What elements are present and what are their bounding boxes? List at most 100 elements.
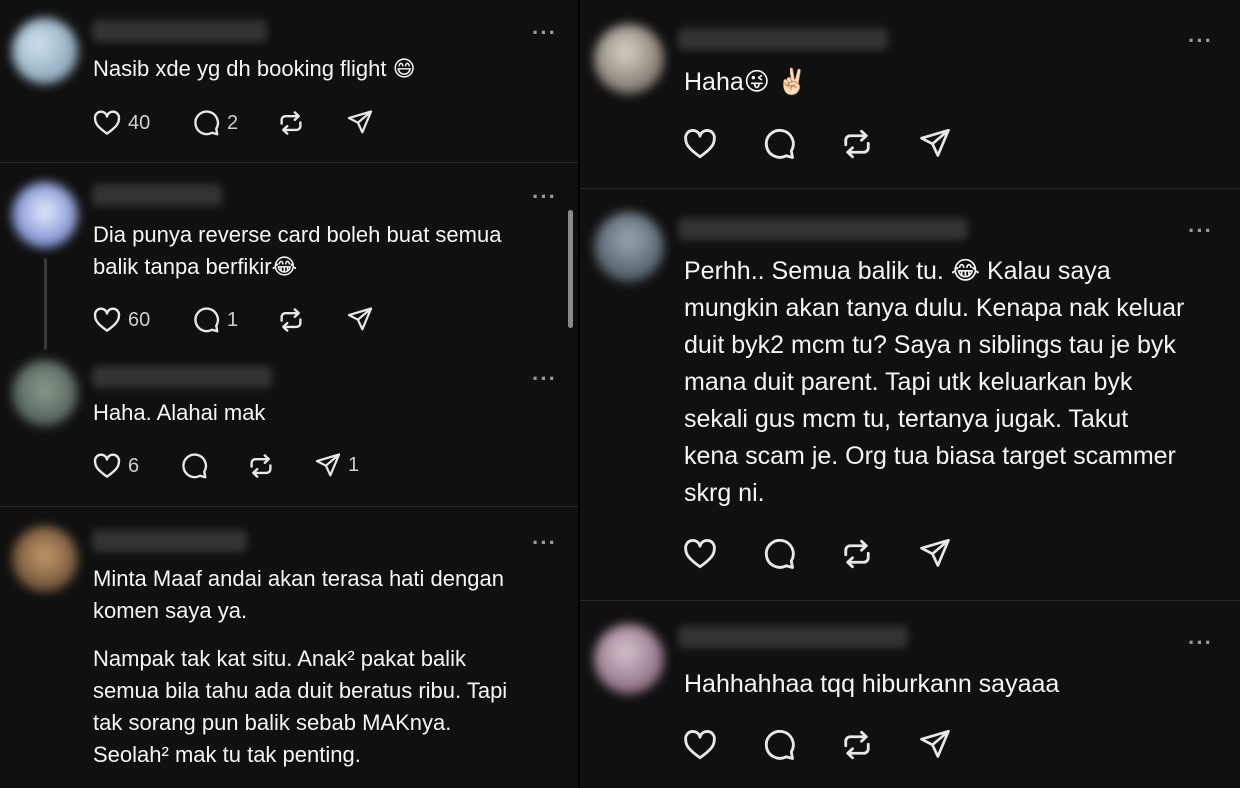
comment-icon bbox=[761, 126, 797, 162]
username[interactable] bbox=[92, 20, 267, 42]
share-icon bbox=[918, 126, 952, 160]
repost-icon bbox=[276, 305, 306, 335]
share-icon bbox=[346, 305, 374, 333]
repost-icon bbox=[839, 536, 875, 572]
username[interactable] bbox=[92, 184, 222, 206]
share-icon bbox=[314, 451, 342, 479]
thread-post: ··· Minta Maaf andai akan terasa hati de… bbox=[0, 506, 578, 788]
heart-icon bbox=[92, 108, 122, 138]
action-bar bbox=[682, 536, 982, 572]
post-text: Minta Maaf andai akan terasa hati dengan… bbox=[93, 566, 504, 623]
repost-button[interactable] bbox=[276, 305, 306, 335]
more-icon[interactable]: ··· bbox=[532, 368, 557, 390]
comment-icon bbox=[191, 305, 221, 335]
thread-reply: ··· Haha. Alahai mak 6 1 bbox=[0, 352, 578, 506]
like-button[interactable] bbox=[682, 727, 718, 763]
more-icon[interactable]: ··· bbox=[1188, 632, 1213, 654]
action-bar: 60 1 bbox=[92, 305, 392, 335]
thread-post: ··· Dia punya reverse card boleh buat se… bbox=[0, 162, 578, 352]
username[interactable] bbox=[678, 28, 888, 50]
comment-icon bbox=[191, 108, 221, 138]
username[interactable] bbox=[678, 218, 968, 240]
post-text: Hahhahhaa tqq hiburkann sayaaa bbox=[684, 670, 1060, 698]
comment-button[interactable] bbox=[761, 126, 797, 162]
more-icon[interactable]: ··· bbox=[1188, 220, 1213, 242]
share-icon bbox=[918, 536, 952, 570]
heart-icon bbox=[682, 126, 718, 162]
avatar[interactable] bbox=[594, 624, 664, 694]
more-icon[interactable]: ··· bbox=[1188, 30, 1213, 52]
scrollbar[interactable] bbox=[568, 210, 573, 328]
repost-button[interactable] bbox=[276, 108, 306, 138]
thread-post: ··· Hahhahhaa tqq hiburkann sayaaa bbox=[580, 600, 1240, 788]
thread-post: ··· Haha😜 ✌🏻 bbox=[580, 0, 1240, 188]
left-thread-panel: ··· Nasib xde yg dh booking flight 😄 40 … bbox=[0, 0, 578, 788]
comment-icon bbox=[761, 727, 797, 763]
like-button[interactable]: 60 bbox=[92, 305, 150, 335]
heart-icon bbox=[92, 305, 122, 335]
more-icon[interactable]: ··· bbox=[532, 532, 557, 554]
comment-button[interactable]: 1 bbox=[191, 305, 238, 335]
like-count: 40 bbox=[128, 111, 151, 134]
repost-icon bbox=[839, 126, 875, 162]
heart-icon bbox=[92, 451, 122, 481]
avatar[interactable] bbox=[12, 18, 78, 84]
share-button[interactable] bbox=[918, 727, 952, 761]
action-bar: 40 2 bbox=[92, 108, 392, 138]
heart-icon bbox=[682, 536, 718, 572]
username[interactable] bbox=[92, 530, 247, 552]
repost-button[interactable] bbox=[839, 126, 875, 162]
more-icon[interactable]: ··· bbox=[532, 22, 557, 44]
like-button[interactable] bbox=[682, 126, 718, 162]
repost-button[interactable] bbox=[839, 536, 875, 572]
share-count: 1 bbox=[348, 453, 360, 476]
reply-count: 1 bbox=[227, 308, 239, 331]
reply-count: 2 bbox=[227, 111, 239, 134]
post-text: Nasib xde yg dh booking flight 😄 bbox=[93, 56, 416, 81]
share-button[interactable] bbox=[918, 536, 952, 570]
thread-line bbox=[44, 258, 47, 350]
like-button[interactable]: 40 bbox=[92, 108, 150, 138]
comment-icon bbox=[179, 451, 209, 481]
avatar[interactable] bbox=[12, 360, 78, 426]
action-bar bbox=[682, 126, 982, 162]
action-bar: 6 1 bbox=[92, 451, 392, 481]
action-bar bbox=[682, 727, 982, 763]
repost-icon bbox=[276, 108, 306, 138]
like-button[interactable]: 6 bbox=[92, 451, 139, 481]
like-button[interactable] bbox=[682, 536, 718, 572]
avatar[interactable] bbox=[12, 182, 78, 248]
share-button[interactable] bbox=[346, 108, 374, 136]
post-text: Haha😜 ✌🏻 bbox=[684, 68, 808, 96]
comment-button[interactable] bbox=[761, 536, 797, 572]
heart-icon bbox=[682, 727, 718, 763]
username[interactable] bbox=[92, 366, 272, 388]
more-icon[interactable]: ··· bbox=[532, 186, 557, 208]
like-count: 60 bbox=[128, 308, 151, 331]
username[interactable] bbox=[678, 626, 908, 648]
post-text: Haha. Alahai mak bbox=[93, 400, 266, 425]
comment-icon bbox=[761, 536, 797, 572]
right-thread-panel: ··· Haha😜 ✌🏻 ··· Perhh.. Semua balik tu.… bbox=[580, 0, 1240, 788]
share-button[interactable] bbox=[918, 126, 952, 160]
avatar[interactable] bbox=[594, 212, 664, 282]
comment-button[interactable]: 2 bbox=[191, 108, 238, 138]
like-count: 6 bbox=[128, 454, 140, 477]
comment-button[interactable] bbox=[179, 451, 209, 481]
thread-post: ··· Nasib xde yg dh booking flight 😄 40 … bbox=[0, 0, 578, 162]
thread-post: ··· Perhh.. Semua balik tu. 😂 Kalau saya… bbox=[580, 188, 1240, 600]
post-text: Perhh.. Semua balik tu. 😂 Kalau saya mun… bbox=[684, 257, 1185, 507]
repost-button[interactable] bbox=[839, 727, 875, 763]
repost-icon bbox=[839, 727, 875, 763]
avatar[interactable] bbox=[594, 24, 664, 94]
repost-button[interactable] bbox=[246, 451, 276, 481]
repost-icon bbox=[246, 451, 276, 481]
post-text: Dia punya reverse card boleh buat semua … bbox=[93, 222, 502, 279]
share-button[interactable] bbox=[346, 305, 374, 333]
post-text-paragraph: Nampak tak kat situ. Anak² pakat balik s… bbox=[93, 646, 508, 767]
share-button[interactable]: 1 bbox=[314, 451, 359, 479]
avatar[interactable] bbox=[12, 526, 78, 592]
share-icon bbox=[346, 108, 374, 136]
comment-button[interactable] bbox=[761, 727, 797, 763]
share-icon bbox=[918, 727, 952, 761]
